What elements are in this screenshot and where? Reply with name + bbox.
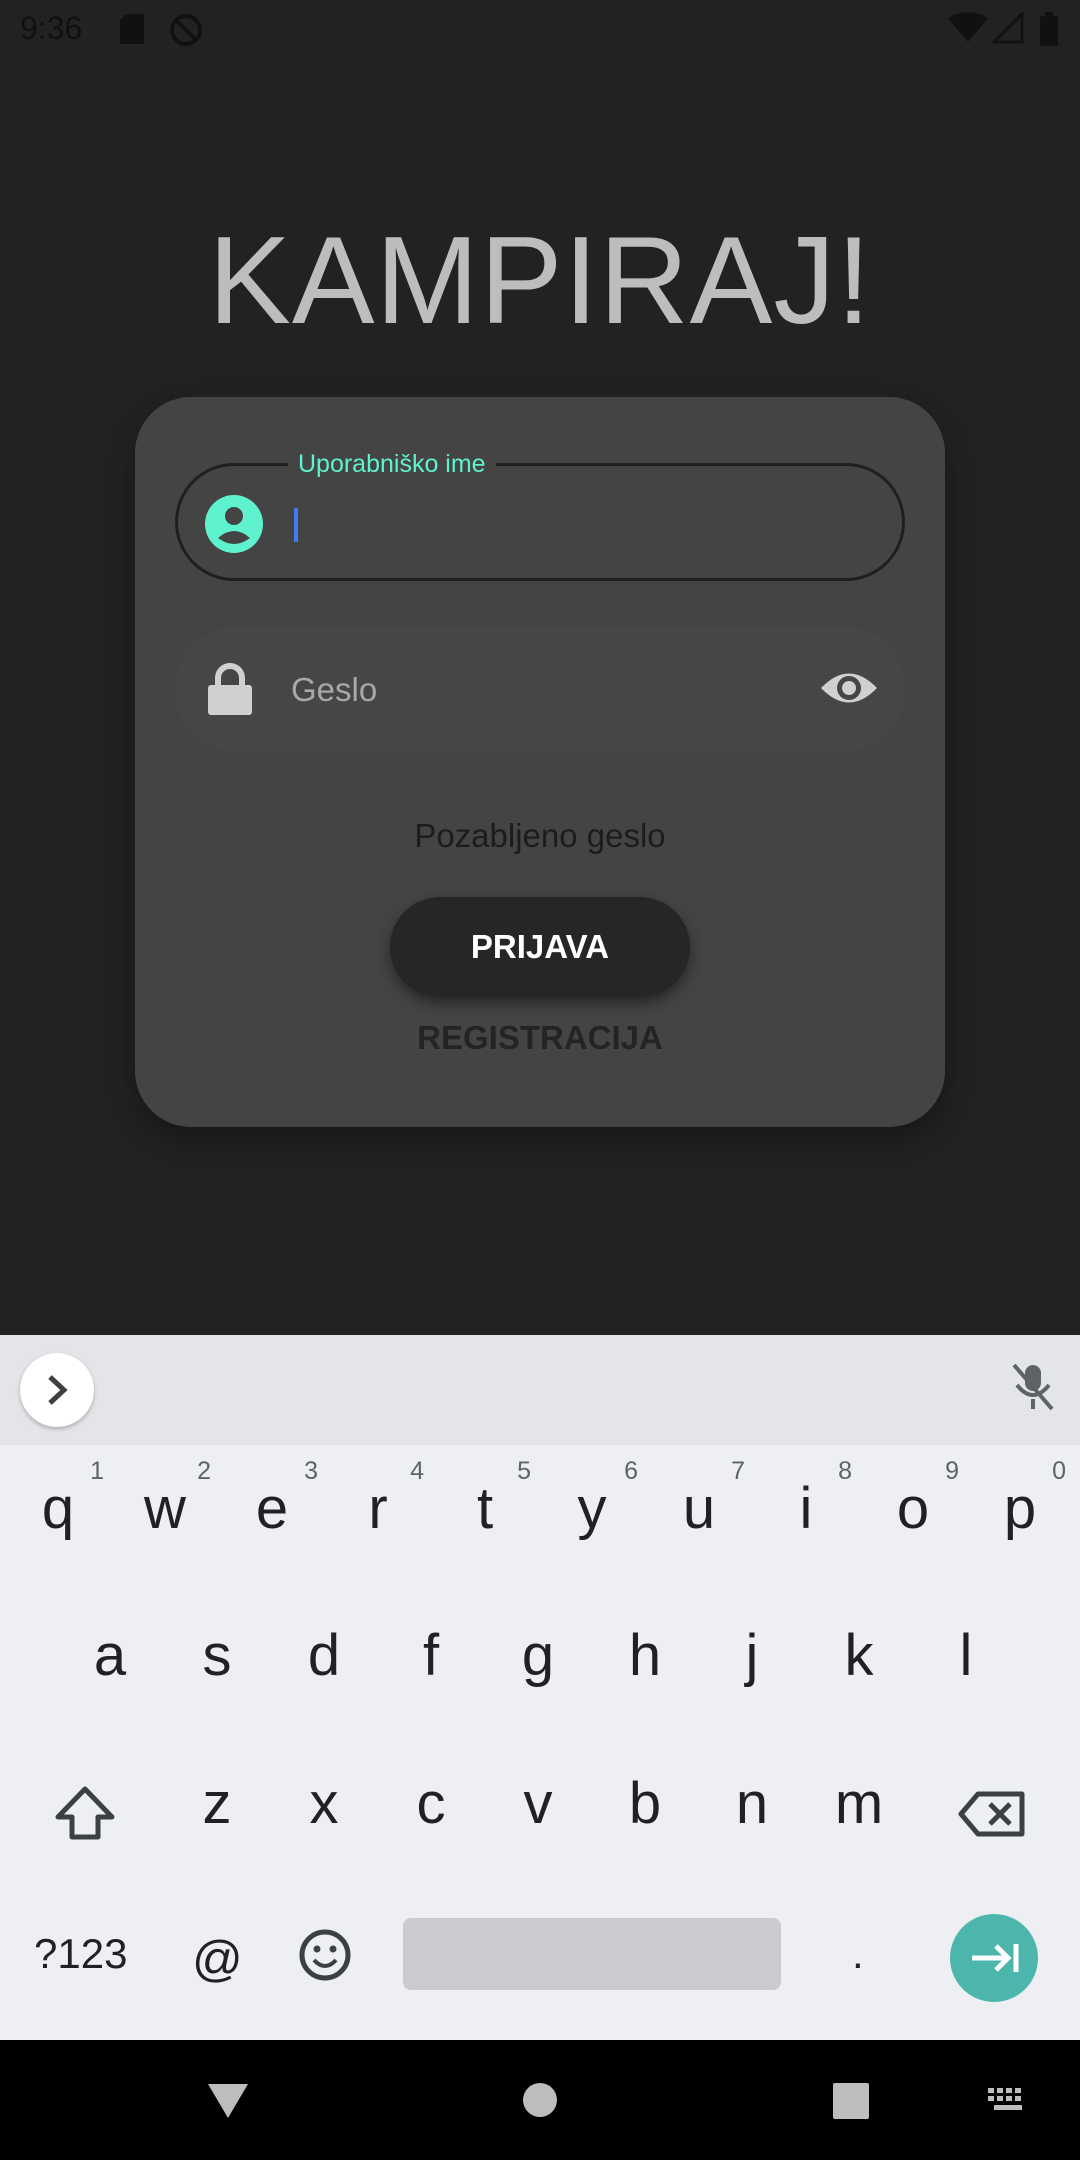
status-time: 9:36 — [20, 10, 83, 46]
status-bar: 9:36 — [0, 0, 1080, 60]
navigation-bar — [0, 2040, 1080, 2160]
signal-icon — [990, 10, 1024, 52]
keyboard-switch-icon[interactable] — [988, 2088, 1028, 2119]
emoji-icon[interactable] — [298, 1928, 352, 1987]
app-title: KAMPIRAJ! — [208, 212, 872, 350]
recents-icon[interactable] — [832, 2082, 870, 2125]
key-w[interactable]: w2 — [111, 1445, 219, 1585]
key-m[interactable]: m — [805, 1740, 913, 1880]
back-icon[interactable] — [206, 2082, 250, 2125]
shift-icon[interactable] — [54, 1785, 116, 1846]
key-s[interactable]: s — [163, 1592, 271, 1732]
key-z[interactable]: z — [163, 1740, 271, 1880]
key-k[interactable]: k — [805, 1592, 913, 1732]
key-a[interactable]: a — [56, 1592, 164, 1732]
key-e[interactable]: e3 — [218, 1445, 326, 1585]
key-v[interactable]: v — [484, 1740, 592, 1880]
key-t[interactable]: t5 — [431, 1445, 539, 1585]
backspace-icon[interactable] — [958, 1790, 1026, 1843]
sync-disabled-icon — [168, 12, 204, 56]
enter-key[interactable] — [950, 1914, 1038, 2002]
key-h[interactable]: h — [591, 1592, 699, 1732]
key-d[interactable]: d — [270, 1592, 378, 1732]
account-circle-icon — [204, 494, 264, 559]
key-g[interactable]: g — [484, 1592, 592, 1732]
spacebar[interactable] — [403, 1918, 781, 1990]
mic-off-icon[interactable] — [1010, 1361, 1056, 1418]
login-card: Uporabniško ime Geslo Pozabljeno geslo P… — [135, 397, 945, 1127]
key-q[interactable]: q1 — [4, 1445, 112, 1585]
key-j[interactable]: j — [698, 1592, 806, 1732]
register-link[interactable]: REGISTRACIJA — [135, 1019, 945, 1057]
key-r[interactable]: r4 — [324, 1445, 432, 1585]
chevron-right-icon[interactable] — [20, 1353, 94, 1427]
key-p[interactable]: p0 — [966, 1445, 1074, 1585]
forgot-password-link[interactable]: Pozabljeno geslo — [135, 817, 945, 855]
key-y[interactable]: y6 — [538, 1445, 646, 1585]
sd-card-icon — [118, 12, 146, 54]
eye-icon[interactable] — [819, 667, 879, 714]
keyboard-toolbar — [0, 1335, 1080, 1445]
key-i[interactable]: i8 — [752, 1445, 860, 1585]
period-key[interactable]: . — [852, 1930, 864, 1978]
lock-icon — [205, 663, 255, 720]
key-u[interactable]: u7 — [645, 1445, 753, 1585]
key-l[interactable]: l — [912, 1592, 1020, 1732]
battery-icon — [1040, 12, 1058, 54]
home-icon[interactable] — [522, 2082, 558, 2123]
key-b[interactable]: b — [591, 1740, 699, 1880]
key-x[interactable]: x — [270, 1740, 378, 1880]
login-button[interactable]: PRIJAVA — [390, 897, 690, 997]
key-o[interactable]: o9 — [859, 1445, 967, 1585]
username-input[interactable]: Uporabniško ime — [175, 450, 905, 581]
key-f[interactable]: f — [377, 1592, 485, 1732]
symbols-key[interactable]: ?123 — [34, 1930, 127, 1978]
key-n[interactable]: n — [698, 1740, 806, 1880]
password-placeholder: Geslo — [291, 671, 378, 708]
username-label: Uporabniško ime — [288, 450, 496, 479]
wifi-icon — [948, 12, 988, 52]
password-input[interactable]: Geslo — [175, 627, 905, 751]
at-key[interactable]: @ — [192, 1930, 243, 1988]
key-c[interactable]: c — [377, 1740, 485, 1880]
text-cursor — [294, 508, 298, 542]
